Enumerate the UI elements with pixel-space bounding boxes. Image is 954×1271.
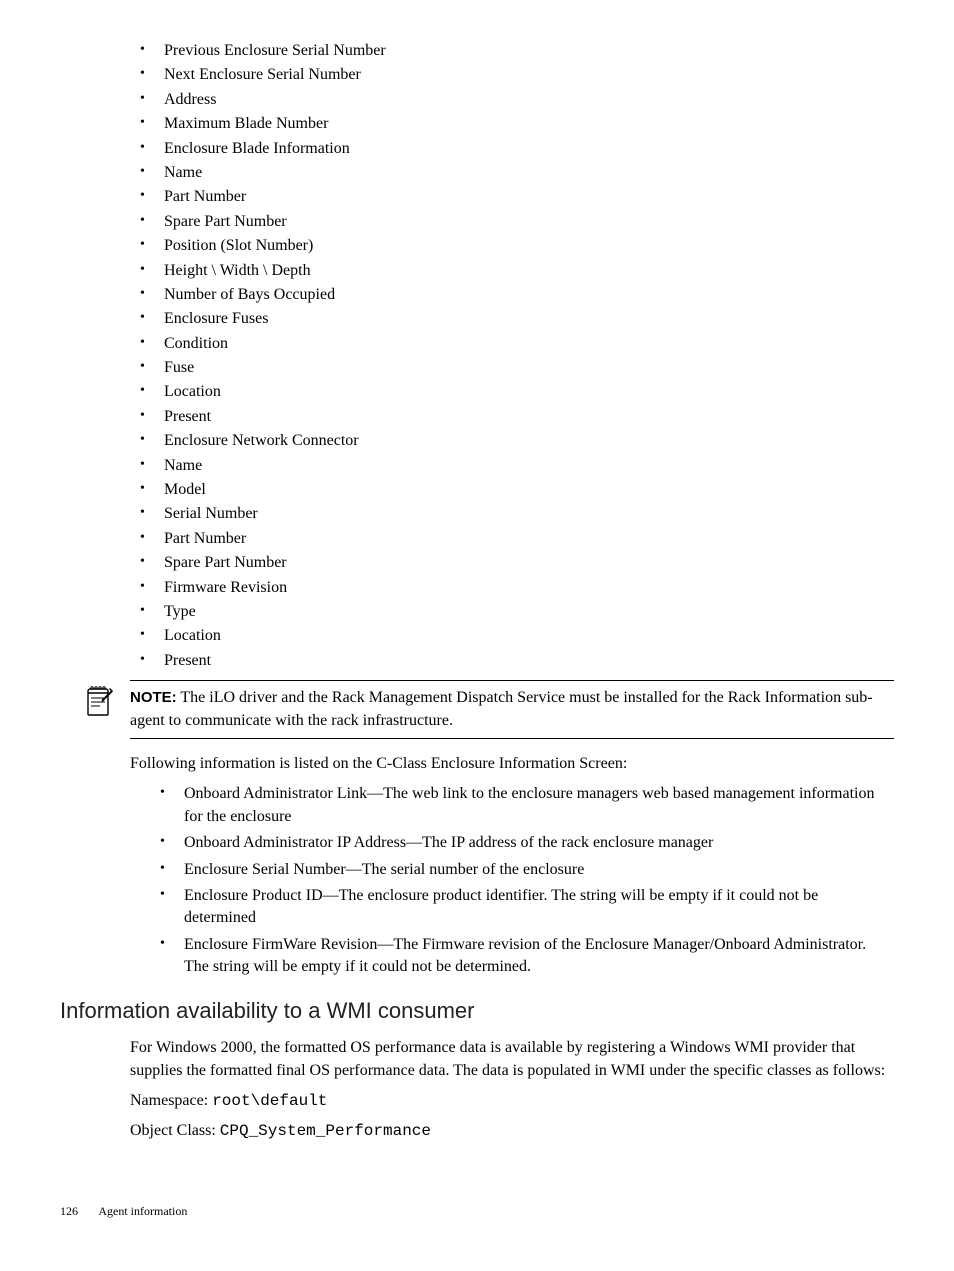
page-number: 126 [60, 1203, 78, 1220]
list-item: Height \ Width \ Depth [140, 260, 894, 282]
list-item: Fuse [140, 357, 894, 379]
list-item: Onboard Administrator IP Address—The IP … [160, 832, 894, 854]
list-item: Enclosure Fuses [140, 308, 894, 330]
list-item: Next Enclosure Serial Number [140, 64, 894, 86]
objclass-value: CPQ_System_Performance [220, 1122, 431, 1140]
list-item: Number of Bays Occupied [140, 284, 894, 306]
paragraph: For Windows 2000, the formatted OS perfo… [130, 1037, 894, 1082]
section-heading: Information availability to a WMI consum… [60, 996, 894, 1027]
list-item: Address [140, 89, 894, 111]
list-item: Firmware Revision [140, 577, 894, 599]
objclass-line: Object Class: CPQ_System_Performance [130, 1120, 894, 1142]
list-item: Name [140, 455, 894, 477]
paragraph: Following information is listed on the C… [130, 753, 894, 775]
bullet-list-1: Previous Enclosure Serial Number Next En… [60, 40, 894, 672]
list-item: Part Number [140, 186, 894, 208]
list-item: Enclosure Blade Information [140, 138, 894, 160]
list-item: Location [140, 625, 894, 647]
footer-title: Agent information [98, 1204, 187, 1218]
list-item: Present [140, 650, 894, 672]
list-item: Position (Slot Number) [140, 235, 894, 257]
list-item: Spare Part Number [140, 552, 894, 574]
bullet-list-2: Onboard Administrator Link—The web link … [60, 783, 894, 978]
list-item: Condition [140, 333, 894, 355]
namespace-line: Namespace: root\default [130, 1090, 894, 1112]
list-item: Name [140, 162, 894, 184]
list-item: Enclosure Network Connector [140, 430, 894, 452]
list-item: Enclosure FirmWare Revision—The Firmware… [160, 934, 894, 979]
list-item: Present [140, 406, 894, 428]
list-item: Part Number [140, 528, 894, 550]
page-footer: 126 Agent information [60, 1203, 894, 1220]
list-item: Enclosure Serial Number—The serial numbe… [160, 859, 894, 881]
page-content: Previous Enclosure Serial Number Next En… [60, 40, 894, 1220]
list-item: Previous Enclosure Serial Number [140, 40, 894, 62]
list-item: Location [140, 381, 894, 403]
namespace-value: root\default [212, 1092, 327, 1110]
list-item: Spare Part Number [140, 211, 894, 233]
list-item: Type [140, 601, 894, 623]
list-item: Enclosure Product ID—The enclosure produ… [160, 885, 894, 930]
note-label: NOTE: [130, 689, 177, 706]
note-icon [82, 685, 114, 717]
list-item: Model [140, 479, 894, 501]
namespace-label: Namespace: [130, 1092, 212, 1109]
list-item: Onboard Administrator Link—The web link … [160, 783, 894, 828]
note-block: NOTE: The iLO driver and the Rack Manage… [130, 680, 894, 739]
objclass-label: Object Class: [130, 1122, 220, 1139]
note-text: The iLO driver and the Rack Management D… [130, 689, 873, 728]
list-item: Maximum Blade Number [140, 113, 894, 135]
list-item: Serial Number [140, 503, 894, 525]
